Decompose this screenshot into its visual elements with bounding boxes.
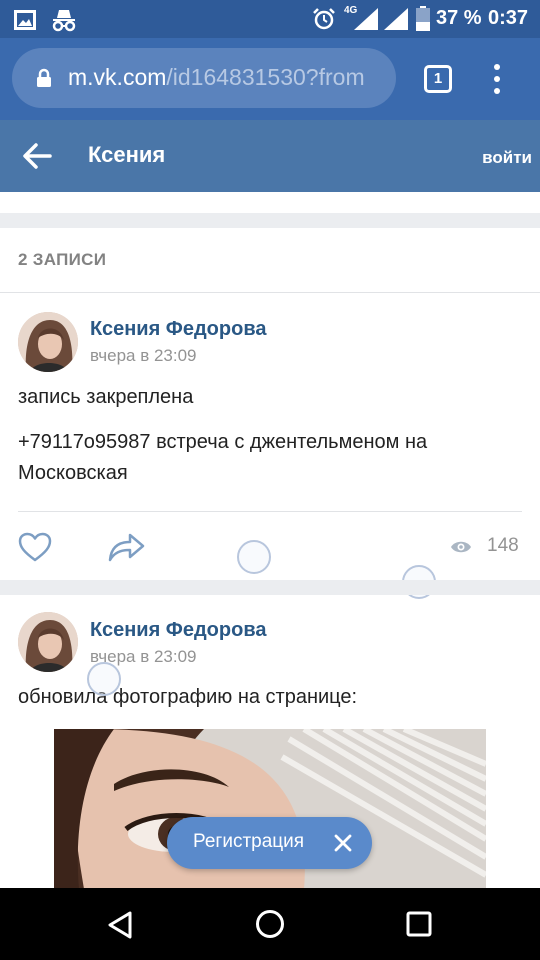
divider [18, 511, 522, 512]
avatar[interactable] [18, 312, 78, 372]
url-domain: m.vk.com [68, 64, 167, 90]
status-bar: 4G 37 % 0:37 [0, 0, 540, 38]
touch-indicator [87, 662, 121, 696]
back-arrow-icon[interactable] [22, 142, 52, 170]
post-time[interactable]: вчера в 23:09 [90, 346, 197, 366]
signal-icon [354, 8, 378, 30]
login-link[interactable]: войти [482, 148, 532, 168]
incognito-icon [52, 10, 76, 32]
section-separator [0, 213, 540, 228]
signal-icon [384, 8, 408, 30]
post-text: +79117о95987 встреча с джентельменом на … [18, 431, 428, 484]
pinned-label: запись закреплена [18, 386, 194, 408]
page-header: Ксения войти [0, 120, 540, 192]
recents-square-icon[interactable] [405, 910, 433, 938]
browser-toolbar: m.vk.com/id164831530?from 1 [0, 38, 540, 120]
clock: 0:37 [488, 7, 529, 29]
post-author[interactable]: Ксения Федорова [90, 619, 266, 642]
system-nav-bar [0, 888, 540, 960]
views-count: 148 [487, 535, 519, 556]
url-text: m.vk.com/id164831530?from [68, 64, 365, 91]
image-icon [14, 10, 36, 30]
records-count: 2 ЗАПИСИ [18, 250, 107, 269]
like-heart-icon[interactable] [18, 532, 52, 562]
alarm-icon [313, 8, 335, 30]
battery-icon [416, 6, 430, 31]
lock-icon [37, 68, 51, 87]
avatar[interactable] [18, 612, 78, 672]
views-eye-icon [451, 541, 471, 553]
divider [0, 292, 540, 293]
battery-percent: 37 % [436, 7, 482, 29]
home-circle-icon[interactable] [255, 909, 285, 939]
more-vert-icon[interactable] [488, 64, 506, 94]
close-icon[interactable] [333, 833, 353, 853]
address-bar[interactable]: m.vk.com/id164831530?from [12, 48, 396, 108]
tabs-count-button[interactable]: 1 [424, 65, 452, 93]
post-author[interactable]: Ксения Федорова [90, 318, 266, 341]
touch-indicator [237, 540, 271, 574]
post-separator [0, 580, 540, 595]
share-arrow-icon[interactable] [108, 532, 146, 562]
page-title: Ксения [88, 142, 166, 167]
back-triangle-icon[interactable] [106, 910, 134, 940]
url-path: /id164831530?from [166, 64, 365, 90]
register-button[interactable]: Регистрация [167, 817, 372, 869]
register-label: Регистрация [193, 831, 305, 852]
